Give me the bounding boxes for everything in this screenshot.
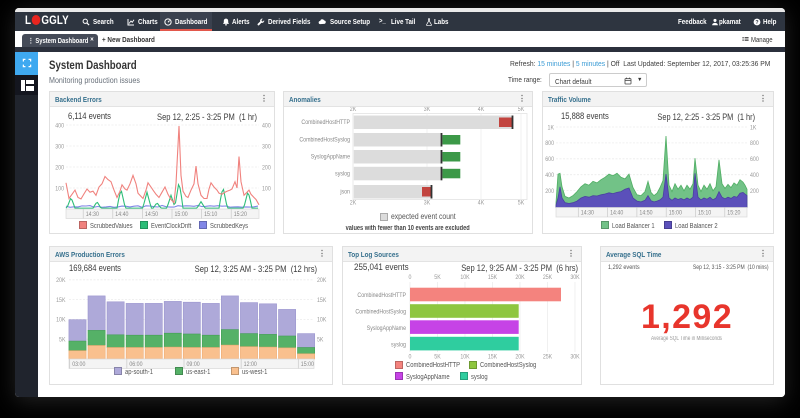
svg-text:100: 100 (55, 186, 64, 192)
svg-text:800: 800 (545, 141, 554, 147)
svg-text:15:10: 15:10 (204, 212, 217, 218)
svg-text:200: 200 (750, 189, 759, 195)
svg-text:15K: 15K (56, 298, 66, 304)
svg-text:15:00: 15:00 (301, 362, 314, 368)
svg-text:5K: 5K (518, 200, 525, 206)
svg-text:20K: 20K (515, 275, 525, 281)
svg-text:syslog: syslog (391, 342, 406, 348)
svg-text:400: 400 (545, 173, 554, 179)
svg-text:30K: 30K (570, 275, 580, 281)
svg-text:4K: 4K (478, 107, 485, 113)
svg-text:14:50: 14:50 (639, 210, 652, 216)
svg-text:600: 600 (750, 157, 759, 163)
svg-text:1K: 1K (750, 125, 757, 131)
svg-text:800: 800 (750, 141, 759, 147)
svg-text:json: json (339, 189, 350, 195)
svg-text:15K: 15K (488, 275, 498, 281)
svg-text:5K: 5K (518, 107, 525, 113)
svg-text:10K: 10K (460, 275, 470, 281)
svg-text:14:40: 14:40 (115, 212, 128, 218)
svg-text:CombinedHostSyslog: CombinedHostSyslog (355, 309, 406, 315)
svg-text:300: 300 (55, 144, 64, 150)
svg-text:10K: 10K (56, 317, 66, 323)
svg-text:14:40: 14:40 (610, 210, 623, 216)
svg-text:15:00: 15:00 (669, 210, 682, 216)
svg-text:200: 200 (262, 165, 271, 171)
svg-text:15:00: 15:00 (175, 212, 188, 218)
svg-text:CombinedHostSyslog: CombinedHostSyslog (299, 137, 350, 143)
svg-text:20K: 20K (56, 278, 66, 284)
svg-text:2K: 2K (350, 107, 357, 113)
svg-text:100: 100 (262, 186, 271, 192)
svg-text:14:50: 14:50 (145, 212, 158, 218)
svg-text:3K: 3K (424, 107, 431, 113)
svg-text:400: 400 (750, 173, 759, 179)
svg-text:15:10: 15:10 (698, 210, 711, 216)
svg-text:5K: 5K (434, 275, 441, 281)
svg-text:CombinedHostHTTP: CombinedHostHTTP (357, 293, 406, 299)
svg-text:400: 400 (55, 123, 64, 129)
svg-text:20K: 20K (317, 278, 327, 284)
svg-text:25K: 25K (543, 275, 553, 281)
svg-text:5K: 5K (59, 337, 66, 343)
svg-text:300: 300 (262, 144, 271, 150)
svg-text:?: ? (755, 19, 758, 25)
svg-text:15:20: 15:20 (727, 210, 740, 216)
svg-text:CombinedHostHTTP: CombinedHostHTTP (301, 120, 350, 126)
svg-text:SyslogAppName: SyslogAppName (367, 325, 406, 331)
svg-text:14:30: 14:30 (86, 212, 99, 218)
svg-text:3K: 3K (424, 200, 431, 206)
svg-text:30K: 30K (570, 354, 580, 360)
svg-text:0: 0 (409, 275, 412, 281)
svg-text:200: 200 (55, 165, 64, 171)
svg-text:10K: 10K (317, 317, 327, 323)
svg-text:2K: 2K (350, 200, 357, 206)
svg-text:4K: 4K (478, 200, 485, 206)
svg-text:15K: 15K (317, 298, 327, 304)
svg-text:200: 200 (545, 189, 554, 195)
svg-text:600: 600 (545, 157, 554, 163)
svg-text:SyslogAppName: SyslogAppName (311, 154, 350, 160)
svg-text:03:00: 03:00 (72, 362, 85, 368)
svg-text:syslog: syslog (335, 171, 350, 177)
svg-text:5K: 5K (317, 337, 324, 343)
svg-text:400: 400 (262, 123, 271, 129)
svg-text:14:30: 14:30 (581, 210, 594, 216)
svg-text:15:20: 15:20 (234, 212, 247, 218)
svg-text:1K: 1K (548, 125, 555, 131)
